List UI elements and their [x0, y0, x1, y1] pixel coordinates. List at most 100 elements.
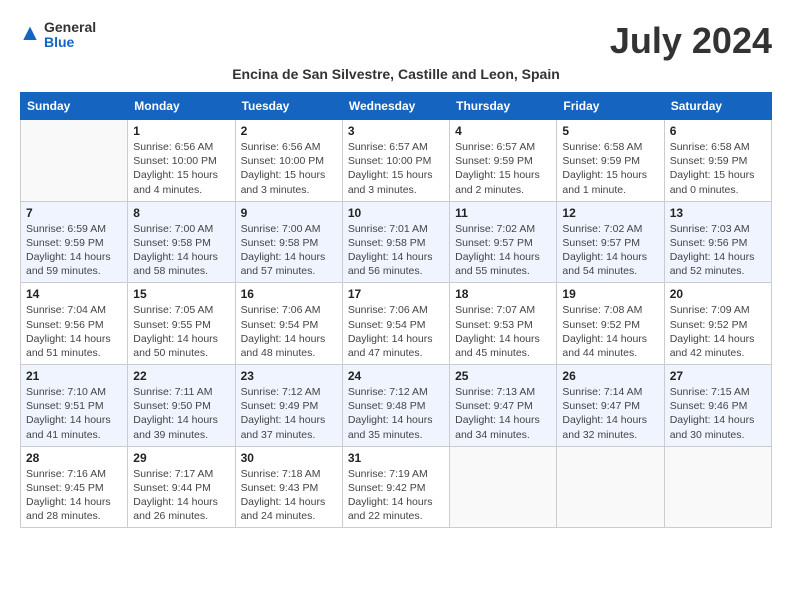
calendar-cell: 6Sunrise: 6:58 AMSunset: 9:59 PMDaylight…	[664, 120, 771, 202]
calendar-cell: 12Sunrise: 7:02 AMSunset: 9:57 PMDayligh…	[557, 201, 664, 283]
day-info: Sunrise: 7:00 AMSunset: 9:58 PMDaylight:…	[133, 222, 229, 279]
day-number: 24	[348, 369, 444, 383]
day-info: Sunrise: 7:01 AMSunset: 9:58 PMDaylight:…	[348, 222, 444, 279]
calendar-cell: 15 Sunrise: 7:05 AMSunset: 9:55 PMDayligh…	[128, 283, 235, 365]
day-number: 2	[241, 124, 337, 138]
logo-text: General Blue	[44, 20, 96, 51]
calendar-table: SundayMondayTuesdayWednesdayThursdayFrid…	[20, 92, 772, 528]
day-number: 26	[562, 369, 658, 383]
column-header-wednesday: Wednesday	[342, 93, 449, 120]
calendar-cell: 25Sunrise: 7:13 AMSunset: 9:47 PMDayligh…	[450, 365, 557, 447]
column-header-friday: Friday	[557, 93, 664, 120]
calendar-week-row: 1 Sunrise: 6:56 AMSunset: 10:00 PMDayligh…	[21, 120, 772, 202]
calendar-cell: 10 Sunrise: 7:01 AMSunset: 9:58 PMDayligh…	[342, 201, 449, 283]
day-number: 22	[133, 369, 229, 383]
calendar-cell: 3 Sunrise: 6:57 AMSunset: 10:00 PMDayligh…	[342, 120, 449, 202]
column-header-thursday: Thursday	[450, 93, 557, 120]
day-number: 7	[26, 206, 122, 220]
calendar-cell: 28Sunrise: 7:16 AMSunset: 9:45 PMDayligh…	[21, 446, 128, 528]
calendar-cell	[557, 446, 664, 528]
day-info: Sunrise: 6:57 AMSunset: 10:00 PMDaylight…	[348, 140, 444, 197]
calendar-cell: 23 Sunrise: 7:12 AMSunset: 9:49 PMDayligh…	[235, 365, 342, 447]
logo: General Blue	[20, 20, 96, 51]
day-info: Sunrise: 7:02 AMSunset: 9:57 PMDaylight:…	[455, 222, 551, 279]
day-info: Sunrise: 7:12 AMSunset: 9:48 PMDaylight:…	[348, 385, 444, 442]
day-number: 29	[133, 451, 229, 465]
calendar-cell: 9Sunrise: 7:00 AMSunset: 9:58 PMDaylight…	[235, 201, 342, 283]
day-number: 15	[133, 287, 229, 301]
day-number: 10	[348, 206, 444, 220]
calendar-cell: 21 Sunrise: 7:10 AMSunset: 9:51 PMDayligh…	[21, 365, 128, 447]
calendar-cell	[664, 446, 771, 528]
column-header-monday: Monday	[128, 93, 235, 120]
calendar-cell: 2 Sunrise: 6:56 AMSunset: 10:00 PMDayligh…	[235, 120, 342, 202]
calendar-cell: 8 Sunrise: 7:00 AMSunset: 9:58 PMDaylight…	[128, 201, 235, 283]
day-info: Sunrise: 7:17 AMSunset: 9:44 PMDaylight:…	[133, 467, 229, 524]
calendar-cell: 24 Sunrise: 7:12 AMSunset: 9:48 PMDayligh…	[342, 365, 449, 447]
calendar-cell: 19Sunrise: 7:08 AMSunset: 9:52 PMDayligh…	[557, 283, 664, 365]
calendar-cell: 18 Sunrise: 7:07 AMSunset: 9:53 PMDayligh…	[450, 283, 557, 365]
day-info: Sunrise: 7:07 AMSunset: 9:53 PMDaylight:…	[455, 303, 551, 360]
day-number: 8	[133, 206, 229, 220]
calendar-cell: 11 Sunrise: 7:02 AMSunset: 9:57 PMDayligh…	[450, 201, 557, 283]
day-info: Sunrise: 6:56 AMSunset: 10:00 PMDaylight…	[133, 140, 229, 197]
day-info: Sunrise: 7:12 AMSunset: 9:49 PMDaylight:…	[241, 385, 337, 442]
day-info: Sunrise: 6:57 AMSunset: 9:59 PMDaylight:…	[455, 140, 551, 197]
day-info: Sunrise: 7:18 AMSunset: 9:43 PMDaylight:…	[241, 467, 337, 524]
day-number: 13	[670, 206, 766, 220]
day-number: 19	[562, 287, 658, 301]
day-number: 5	[562, 124, 658, 138]
day-info: Sunrise: 7:05 AMSunset: 9:55 PMDaylight:…	[133, 303, 229, 360]
day-number: 25	[455, 369, 551, 383]
day-info: Sunrise: 6:59 AMSunset: 9:59 PMDaylight:…	[26, 222, 122, 279]
day-info: Sunrise: 7:02 AMSunset: 9:57 PMDaylight:…	[562, 222, 658, 279]
calendar-week-row: 14 Sunrise: 7:04 AMSunset: 9:56 PMDayligh…	[21, 283, 772, 365]
column-header-tuesday: Tuesday	[235, 93, 342, 120]
day-number: 31	[348, 451, 444, 465]
day-info: Sunrise: 7:09 AMSunset: 9:52 PMDaylight:…	[670, 303, 766, 360]
calendar-cell	[21, 120, 128, 202]
day-info: Sunrise: 7:04 AMSunset: 9:56 PMDaylight:…	[26, 303, 122, 360]
day-info: Sunrise: 7:00 AMSunset: 9:58 PMDaylight:…	[241, 222, 337, 279]
logo-icon	[20, 25, 40, 45]
day-number: 14	[26, 287, 122, 301]
day-number: 21	[26, 369, 122, 383]
calendar-cell: 31Sunrise: 7:19 AMSunset: 9:42 PMDayligh…	[342, 446, 449, 528]
day-number: 17	[348, 287, 444, 301]
day-number: 4	[455, 124, 551, 138]
calendar-cell: 5 Sunrise: 6:58 AMSunset: 9:59 PMDaylight…	[557, 120, 664, 202]
calendar-cell: 20 Sunrise: 7:09 AMSunset: 9:52 PMDayligh…	[664, 283, 771, 365]
calendar-cell: 14 Sunrise: 7:04 AMSunset: 9:56 PMDayligh…	[21, 283, 128, 365]
day-info: Sunrise: 7:15 AMSunset: 9:46 PMDaylight:…	[670, 385, 766, 442]
calendar-cell: 13 Sunrise: 7:03 AMSunset: 9:56 PMDayligh…	[664, 201, 771, 283]
page-header: General Blue July 2024	[20, 20, 772, 62]
day-number: 1	[133, 124, 229, 138]
day-info: Sunrise: 7:06 AMSunset: 9:54 PMDaylight:…	[241, 303, 337, 360]
day-info: Sunrise: 7:11 AMSunset: 9:50 PMDaylight:…	[133, 385, 229, 442]
calendar-cell: 30 Sunrise: 7:18 AMSunset: 9:43 PMDayligh…	[235, 446, 342, 528]
day-info: Sunrise: 6:58 AMSunset: 9:59 PMDaylight:…	[562, 140, 658, 197]
day-number: 23	[241, 369, 337, 383]
calendar-week-row: 7 Sunrise: 6:59 AMSunset: 9:59 PMDaylight…	[21, 201, 772, 283]
month-title: July 2024	[610, 20, 772, 62]
calendar-header-row: SundayMondayTuesdayWednesdayThursdayFrid…	[21, 93, 772, 120]
day-number: 3	[348, 124, 444, 138]
day-number: 11	[455, 206, 551, 220]
day-info: Sunrise: 7:16 AMSunset: 9:45 PMDaylight:…	[26, 467, 122, 524]
column-header-saturday: Saturday	[664, 93, 771, 120]
day-number: 16	[241, 287, 337, 301]
page-subtitle: Encina de San Silvestre, Castille and Le…	[20, 66, 772, 82]
day-info: Sunrise: 7:03 AMSunset: 9:56 PMDaylight:…	[670, 222, 766, 279]
calendar-cell: 7 Sunrise: 6:59 AMSunset: 9:59 PMDaylight…	[21, 201, 128, 283]
logo-general: General	[44, 20, 96, 35]
day-info: Sunrise: 7:10 AMSunset: 9:51 PMDaylight:…	[26, 385, 122, 442]
logo-blue: Blue	[44, 35, 96, 50]
day-number: 30	[241, 451, 337, 465]
day-info: Sunrise: 6:56 AMSunset: 10:00 PMDaylight…	[241, 140, 337, 197]
calendar-cell	[450, 446, 557, 528]
day-number: 18	[455, 287, 551, 301]
column-header-sunday: Sunday	[21, 93, 128, 120]
calendar-week-row: 28Sunrise: 7:16 AMSunset: 9:45 PMDayligh…	[21, 446, 772, 528]
calendar-cell: 26Sunrise: 7:14 AMSunset: 9:47 PMDayligh…	[557, 365, 664, 447]
day-number: 20	[670, 287, 766, 301]
